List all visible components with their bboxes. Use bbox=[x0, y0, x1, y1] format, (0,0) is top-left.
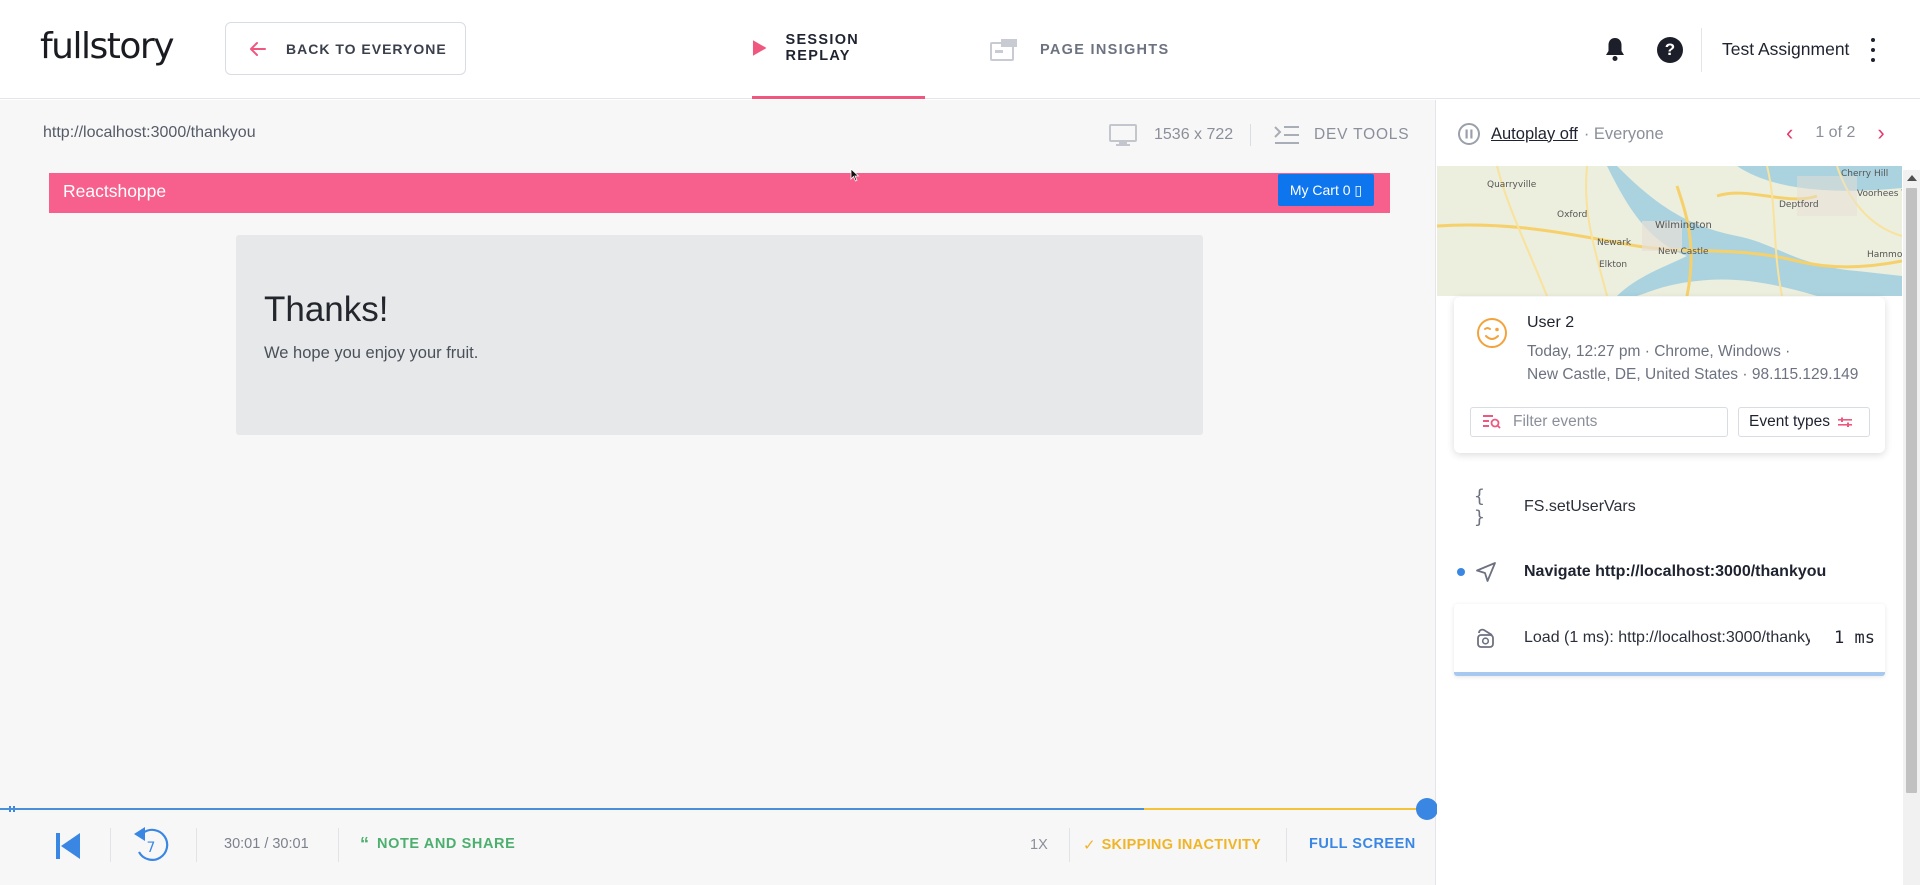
session-sidebar: Autoplay off · Everyone ‹ 1 of 2 › Cherr… bbox=[1437, 100, 1920, 885]
location-map[interactable]: Cherry Hill Quarryville Voorhees Townshi… bbox=[1437, 166, 1902, 296]
filter-events-field[interactable] bbox=[1470, 407, 1728, 437]
skip-inactivity-label: SKIPPING INACTIVITY bbox=[1101, 837, 1262, 853]
rewind-seconds: 7 bbox=[147, 840, 156, 856]
quote-icon: “ bbox=[360, 834, 369, 854]
event-text: Load (1 ms): http://localhost:3000/thank… bbox=[1524, 629, 1810, 646]
event-types-label: Event types bbox=[1749, 413, 1830, 430]
rewind-icon[interactable]: 7 bbox=[131, 824, 171, 864]
skip-to-start-icon[interactable] bbox=[55, 831, 81, 861]
note-and-share-label: NOTE AND SHARE bbox=[377, 836, 516, 852]
session-pager: ‹ 1 of 2 › bbox=[1786, 122, 1885, 144]
tab-session-replay-label: SESSION REPLAY bbox=[785, 32, 860, 64]
controls-divider bbox=[1069, 828, 1070, 862]
tab-page-insights-label: PAGE INSIGHTS bbox=[1040, 41, 1170, 58]
more-options-icon[interactable] bbox=[1868, 38, 1878, 62]
tab-session-replay[interactable]: SESSION REPLAY bbox=[752, 0, 925, 99]
user-avatar-icon bbox=[1477, 318, 1507, 348]
previous-session-icon[interactable]: ‹ bbox=[1786, 122, 1793, 144]
site-brand: Reactshoppe bbox=[63, 181, 167, 201]
user-card: User 2 Today, 12:27 pm · Chrome, Windows… bbox=[1454, 297, 1885, 453]
map-label: New Castle bbox=[1658, 247, 1709, 257]
map-label: Quarryville bbox=[1487, 180, 1537, 190]
filter-events-input[interactable] bbox=[1513, 413, 1713, 431]
my-cart-button[interactable]: My Cart 0 ▯ bbox=[1278, 174, 1374, 206]
map-label: Oxford bbox=[1557, 210, 1587, 220]
event-types-button[interactable]: Event types bbox=[1738, 407, 1870, 437]
monitor-icon bbox=[1109, 124, 1137, 146]
user-name[interactable]: User 2 bbox=[1527, 314, 1574, 332]
map-label: Elkton bbox=[1599, 260, 1627, 270]
scrollbar-thumb[interactable] bbox=[1906, 188, 1917, 793]
header-divider bbox=[1701, 28, 1702, 72]
recorded-site-navbar: Reactshoppe My Cart 0 ▯ bbox=[49, 173, 1390, 213]
bell-icon[interactable] bbox=[1603, 36, 1627, 62]
sidebar-scrollbar[interactable] bbox=[1903, 170, 1920, 885]
controls-divider bbox=[1286, 828, 1287, 862]
play-icon bbox=[752, 40, 767, 56]
braces-icon: { } bbox=[1474, 486, 1485, 528]
top-bar: fullstory BACK TO EVERYONE SESSION REPLA… bbox=[0, 0, 1920, 99]
event-item[interactable]: { } FS.setUserVars bbox=[1454, 479, 1885, 535]
map-label: Hammonto bbox=[1867, 250, 1902, 260]
map-label: Newark bbox=[1597, 238, 1632, 248]
playback-timeline[interactable] bbox=[0, 798, 1438, 820]
next-session-icon[interactable]: › bbox=[1877, 122, 1884, 144]
navigate-icon bbox=[1476, 562, 1496, 582]
filter-search-icon bbox=[1483, 415, 1501, 429]
fullstory-logo[interactable]: fullstory bbox=[40, 26, 175, 67]
timeline-inactive-segment bbox=[1144, 808, 1428, 810]
viewport-dimensions: 1536 x 722 bbox=[1154, 126, 1234, 143]
scroll-up-icon[interactable] bbox=[1907, 175, 1917, 181]
timeline-scrubber-handle[interactable] bbox=[1416, 798, 1438, 820]
arrow-left-icon bbox=[250, 41, 266, 56]
load-icon bbox=[1477, 628, 1494, 648]
thank-you-panel: Thanks! We hope you enjoy your fruit. bbox=[236, 235, 1203, 435]
thank-you-message: We hope you enjoy your fruit. bbox=[264, 344, 479, 362]
map-label: Voorhees Township bbox=[1857, 189, 1902, 199]
toolbar-divider bbox=[1250, 124, 1251, 146]
page-insights-icon bbox=[990, 38, 1017, 61]
map-label: Cherry Hill bbox=[1841, 169, 1888, 179]
session-location: New Castle, DE, United States · 98.115.1… bbox=[1527, 366, 1859, 383]
map-graphic: Cherry Hill Quarryville Voorhees Townshi… bbox=[1437, 166, 1902, 296]
audience-label: · Everyone bbox=[1583, 124, 1664, 143]
current-event-indicator bbox=[1457, 568, 1465, 576]
map-label: Deptford bbox=[1779, 200, 1819, 210]
back-button-label: BACK TO EVERYONE bbox=[286, 40, 447, 57]
event-item[interactable]: Navigate http://localhost:3000/thankyou bbox=[1454, 544, 1885, 600]
timeline-played-segment bbox=[0, 808, 1144, 810]
event-duration: 1 ms bbox=[1834, 628, 1875, 648]
page-url: http://localhost:3000/thankyou bbox=[43, 124, 256, 141]
back-to-everyone-button[interactable]: BACK TO EVERYONE bbox=[225, 22, 466, 75]
dev-tools-icon bbox=[1274, 126, 1299, 144]
replay-pane: http://localhost:3000/thankyou 1536 x 72… bbox=[0, 100, 1438, 885]
controls-divider bbox=[338, 828, 339, 862]
help-icon[interactable]: ? bbox=[1657, 37, 1683, 63]
mouse-cursor-icon bbox=[850, 168, 860, 182]
event-text: FS.setUserVars bbox=[1524, 498, 1636, 515]
event-item-selected[interactable]: Load (1 ms): http://localhost:3000/thank… bbox=[1454, 604, 1885, 676]
controls-divider bbox=[110, 828, 111, 862]
account-name[interactable]: Test Assignment bbox=[1722, 39, 1849, 60]
dev-tools-button[interactable]: DEV TOOLS bbox=[1274, 124, 1409, 146]
session-pager-text: 1 of 2 bbox=[1815, 124, 1856, 141]
dev-tools-label: DEV TOOLS bbox=[1314, 126, 1410, 143]
thank-you-heading: Thanks! bbox=[264, 290, 389, 329]
autoplay-toggle[interactable]: Autoplay off bbox=[1491, 125, 1578, 144]
session-meta: Today, 12:27 pm · Chrome, Windows · bbox=[1527, 343, 1791, 360]
controls-divider bbox=[196, 828, 197, 862]
skip-inactivity-toggle[interactable]: ✓ SKIPPING INACTIVITY bbox=[1083, 836, 1261, 854]
check-icon: ✓ bbox=[1083, 837, 1096, 854]
full-screen-button[interactable]: FULL SCREEN bbox=[1309, 836, 1416, 852]
note-and-share-button[interactable]: “ NOTE AND SHARE bbox=[360, 834, 516, 854]
sliders-icon bbox=[1838, 417, 1852, 427]
playback-speed[interactable]: 1X bbox=[1030, 837, 1048, 853]
autoplay-row: Autoplay off · Everyone bbox=[1457, 122, 1664, 146]
playback-time: 30:01 / 30:01 bbox=[224, 836, 309, 852]
pause-circle-icon[interactable] bbox=[1457, 122, 1481, 146]
tab-page-insights[interactable]: PAGE INSIGHTS bbox=[990, 0, 1169, 99]
map-label: Wilmington bbox=[1655, 220, 1712, 231]
event-text: Navigate http://localhost:3000/thankyou bbox=[1524, 563, 1827, 580]
